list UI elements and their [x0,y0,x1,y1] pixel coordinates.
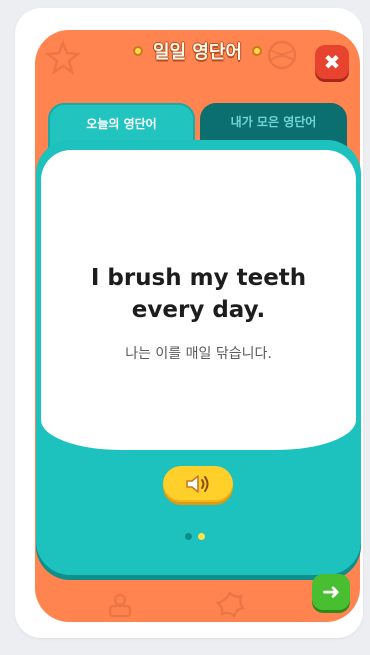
tab-todays-words-label: 오늘의 영단어 [86,117,157,131]
title-bar: 일일 영단어 [35,36,360,66]
page-dot-2[interactable] [198,533,205,540]
stamp-doodle-icon [108,593,132,618]
next-button[interactable]: ➜ [312,574,350,610]
splat-doodle-icon [215,591,245,619]
title-left-dot [132,46,143,56]
tab-collected-words-label: 내가 모은 영단어 [230,115,317,129]
speaker-icon [186,475,209,493]
play-audio-button[interactable] [163,466,233,502]
page-dot-1[interactable] [185,533,192,540]
arrow-right-icon: ➜ [321,579,341,605]
english-sentence: I brush my teeth every day. [90,265,307,323]
korean-meaning: 나는 이를 매일 닦습니다. [125,346,272,362]
close-icon: ✖ [323,50,341,74]
page-indicator [185,533,205,540]
close-button[interactable]: ✖ [315,45,349,79]
title-right-dot [252,46,263,56]
page-title: 일일 영단어 [152,42,243,63]
